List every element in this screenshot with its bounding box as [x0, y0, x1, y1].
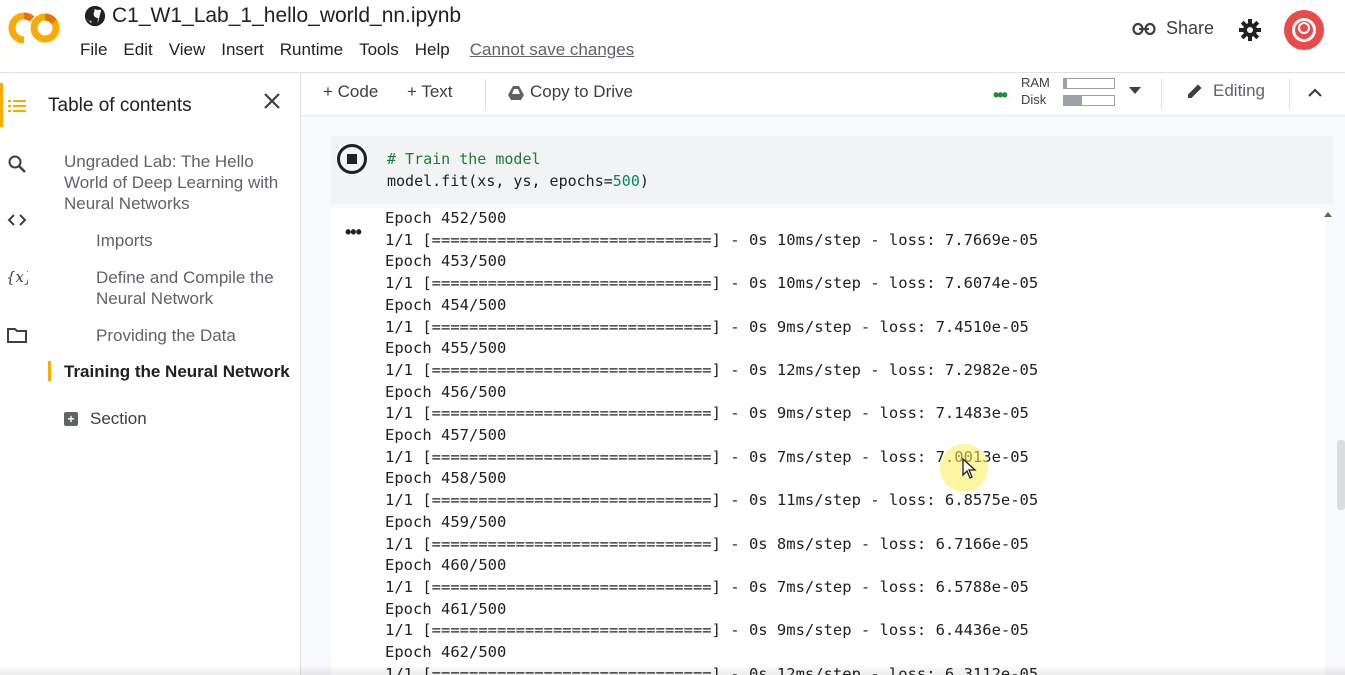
search-icon[interactable]	[6, 153, 28, 175]
output-line: 1/1 [==============================] - 0…	[385, 230, 1039, 249]
disk-label: Disk	[1021, 92, 1047, 107]
toolbar-divider-3	[1289, 79, 1290, 109]
menu-tools[interactable]: Tools	[359, 40, 399, 60]
ram-usage-bar[interactable]	[1063, 78, 1115, 89]
output-menu-icon[interactable]: •••	[345, 222, 362, 243]
output-line: Epoch 452/500	[385, 209, 507, 227]
gear-icon[interactable]	[1238, 18, 1262, 42]
share-label: Share	[1166, 18, 1215, 38]
ram-usage-fill	[1064, 79, 1067, 88]
code-line-number: 500	[612, 172, 640, 190]
output-text: Epoch 452/500 1/1 [======================…	[385, 208, 1038, 675]
table-of-contents-icon[interactable]	[6, 95, 28, 117]
runtime-connected-icon[interactable]: •••	[993, 85, 1008, 106]
left-rail: {x}	[0, 73, 38, 675]
plus-icon: +	[64, 412, 78, 426]
scroll-up-arrow-icon[interactable]	[1324, 212, 1332, 217]
add-section-button[interactable]: + Section	[64, 409, 147, 429]
code-line-prefix: model.fit(xs, ys, epochs=	[387, 172, 613, 190]
menu-view[interactable]: View	[169, 40, 206, 60]
svg-text:{x}: {x}	[6, 268, 28, 286]
section-label: Section	[90, 409, 147, 428]
user-avatar[interactable]	[1284, 10, 1324, 50]
output-scrollbar[interactable]	[1325, 208, 1337, 675]
toolbar-divider	[485, 79, 486, 109]
toc-item-providing-data[interactable]: Providing the Data	[96, 325, 236, 346]
disk-usage-fill	[1064, 96, 1082, 105]
run-cell-button[interactable]	[337, 144, 367, 174]
copy-to-drive-button[interactable]: Copy to Drive	[530, 82, 633, 102]
rail-active-indicator	[0, 83, 3, 127]
close-icon[interactable]	[260, 89, 284, 113]
code-comment: # Train the model	[387, 150, 541, 168]
output-line: 1/1 [==============================] - 0…	[385, 317, 1029, 336]
menu-help[interactable]: Help	[415, 40, 450, 60]
menu-bar: File Edit View Insert Runtime Tools Help…	[80, 40, 650, 60]
add-code-button[interactable]: + Code	[323, 82, 378, 102]
ram-label: RAM	[1021, 75, 1050, 90]
pencil-icon	[1188, 84, 1202, 98]
save-status-link[interactable]: Cannot save changes	[470, 40, 634, 60]
output-line: 1/1 [==============================] - 0…	[385, 621, 1029, 640]
menu-runtime[interactable]: Runtime	[280, 40, 343, 60]
drive-icon	[508, 86, 524, 100]
toc-title: Table of contents	[48, 95, 192, 116]
toc-item-ungraded-lab[interactable]: Ungraded Lab: The Hello World of Deep Le…	[64, 151, 294, 214]
output-line: Epoch 455/500	[385, 339, 507, 358]
add-text-button[interactable]: + Text	[407, 82, 453, 102]
page-scrollbar-thumb[interactable]	[1337, 440, 1345, 510]
colab-logo[interactable]	[8, 10, 62, 46]
notebook-title[interactable]: C1_W1_Lab_1_hello_world_nn.ipynb	[112, 4, 461, 28]
output-line: 1/1 [==============================] - 0…	[385, 491, 1039, 510]
output-line: Epoch 461/500	[385, 599, 507, 618]
output-line: Epoch 462/500	[385, 643, 507, 662]
code-line-suffix: )	[639, 172, 649, 190]
output-line: Epoch 453/500	[385, 252, 507, 271]
editing-mode-button[interactable]: Editing	[1185, 81, 1265, 101]
mouse-pointer-icon	[962, 458, 977, 479]
output-line: 1/1 [==============================] - 0…	[385, 404, 1029, 423]
output-line: 1/1 [==============================] - 0…	[385, 274, 1039, 293]
code-cell[interactable]: # Train the model model.fit(xs, ys, epoc…	[331, 136, 1333, 204]
output-line: 1/1 [==============================] - 0…	[385, 534, 1029, 553]
output-line: Epoch 454/500	[385, 295, 507, 314]
toc-item-imports[interactable]: Imports	[96, 230, 153, 251]
title-row: C1_W1_Lab_1_hello_world_nn.ipynb	[84, 4, 461, 28]
chevron-up-icon[interactable]	[1306, 85, 1324, 99]
code-editor[interactable]: # Train the model model.fit(xs, ys, epoc…	[387, 148, 649, 192]
chevron-down-icon[interactable]	[1129, 87, 1141, 94]
share-button[interactable]: Share	[1132, 18, 1214, 39]
app-header: C1_W1_Lab_1_hello_world_nn.ipynb File Ed…	[0, 0, 1345, 72]
toc-item-training[interactable]: Training the Neural Network	[64, 361, 290, 382]
output-line: Epoch 459/500	[385, 512, 507, 531]
menu-edit[interactable]: Edit	[123, 40, 152, 60]
toc-sidebar: Table of contents Ungraded Lab: The Hell…	[38, 73, 301, 675]
github-icon	[84, 5, 106, 27]
output-line: 1/1 [==============================] - 0…	[385, 577, 1029, 596]
output-line: Epoch 456/500	[385, 382, 507, 401]
notebook-area: # Train the model model.fit(xs, ys, epoc…	[301, 116, 1345, 675]
code-snippets-icon[interactable]	[6, 209, 28, 231]
editing-label: Editing	[1213, 81, 1265, 100]
link-icon	[1132, 22, 1156, 35]
output-line: Epoch 457/500	[385, 426, 507, 445]
menu-insert[interactable]: Insert	[221, 40, 264, 60]
toc-item-define-compile[interactable]: Define and Compile the Neural Network	[96, 267, 296, 309]
bottom-fade	[0, 665, 1345, 675]
toc-active-indicator	[48, 361, 51, 381]
cell-output: ••• Epoch 452/500 1/1 [==================…	[331, 208, 1325, 675]
folder-icon[interactable]	[6, 324, 28, 346]
notebook-toolbar: + Code + Text Copy to Drive ••• RAM Disk…	[301, 73, 1345, 116]
variables-icon[interactable]: {x}	[6, 266, 28, 288]
disk-usage-bar[interactable]	[1063, 95, 1115, 106]
output-line: 1/1 [==============================] - 0…	[385, 360, 1039, 379]
toolbar-divider-2	[1161, 79, 1162, 109]
menu-file[interactable]: File	[80, 40, 107, 60]
output-line: Epoch 460/500	[385, 556, 507, 575]
